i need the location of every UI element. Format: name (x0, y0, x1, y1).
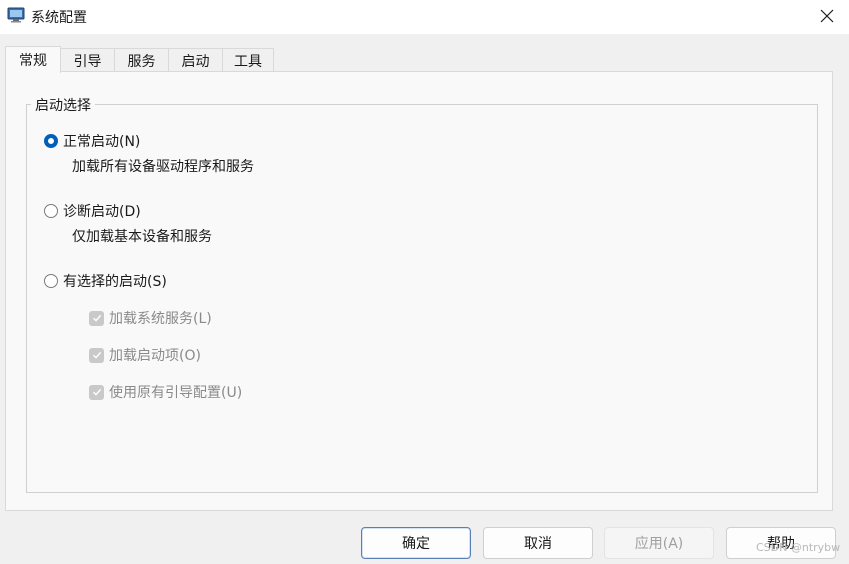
checkmark-icon (92, 314, 101, 322)
radio-button[interactable] (44, 204, 58, 218)
checkbox-label: 加载启动项(O) (109, 348, 201, 364)
group-legend: 启动选择 (31, 95, 95, 115)
tab-label: 引导 (73, 53, 102, 70)
radio-selective-startup[interactable]: 有选择的启动(S) (44, 271, 167, 291)
dialog-client-area: 常规 引导 服务 启动 工具 启动选择 正常启动(N) 加载所有设备驱动程序和服… (0, 34, 849, 564)
checkmark-icon (92, 388, 101, 396)
radio-label: 诊断启动(D) (63, 204, 141, 220)
checkbox-use-original-boot-config: 使用原有引导配置(U) (89, 382, 242, 402)
checkmark-icon (92, 351, 101, 359)
radio-button-selected[interactable] (44, 134, 58, 148)
checkbox-checked-disabled (89, 384, 104, 400)
checkbox-checked-disabled (89, 347, 104, 363)
general-tab-panel: 启动选择 正常启动(N) 加载所有设备驱动程序和服务 诊断启动(D) 仅加载基本… (5, 71, 833, 511)
tab-startup[interactable]: 启动 (168, 48, 223, 72)
title-bar: 系统配置 (0, 0, 849, 34)
checkbox-label: 加载系统服务(L) (109, 311, 212, 327)
msconfig-icon (7, 7, 25, 23)
checkbox-load-system-services: 加载系统服务(L) (89, 308, 212, 328)
tab-label: 工具 (234, 53, 262, 70)
startup-selection-group: 启动选择 正常启动(N) 加载所有设备驱动程序和服务 诊断启动(D) 仅加载基本… (26, 95, 818, 493)
radio-diagnostic-startup[interactable]: 诊断启动(D) (44, 201, 141, 221)
tab-label: 服务 (127, 53, 156, 70)
checkbox-load-startup-items: 加载启动项(O) (89, 345, 201, 365)
normal-startup-description: 加载所有设备驱动程序和服务 (72, 159, 254, 175)
checkbox-checked-disabled (89, 310, 104, 326)
close-button[interactable] (804, 0, 849, 32)
tab-general[interactable]: 常规 (5, 46, 61, 73)
tab-boot[interactable]: 引导 (60, 48, 115, 72)
cancel-button[interactable]: 取消 (483, 527, 593, 559)
tab-label: 常规 (19, 53, 47, 69)
apply-button: 应用(A) (604, 527, 714, 559)
watermark-text: CSDN @ntrybw (756, 541, 841, 554)
radio-button[interactable] (44, 274, 58, 288)
close-icon (820, 9, 833, 23)
checkbox-label: 使用原有引导配置(U) (109, 385, 243, 401)
radio-normal-startup[interactable]: 正常启动(N) (44, 131, 140, 151)
tab-label: 启动 (181, 53, 210, 70)
diagnostic-startup-description: 仅加载基本设备和服务 (72, 229, 212, 245)
ok-button[interactable]: 确定 (361, 527, 471, 559)
window-title: 系统配置 (31, 10, 87, 26)
radio-label: 正常启动(N) (63, 134, 141, 150)
radio-label: 有选择的启动(S) (63, 274, 167, 290)
tab-services[interactable]: 服务 (114, 48, 169, 72)
tab-tools[interactable]: 工具 (222, 48, 274, 72)
